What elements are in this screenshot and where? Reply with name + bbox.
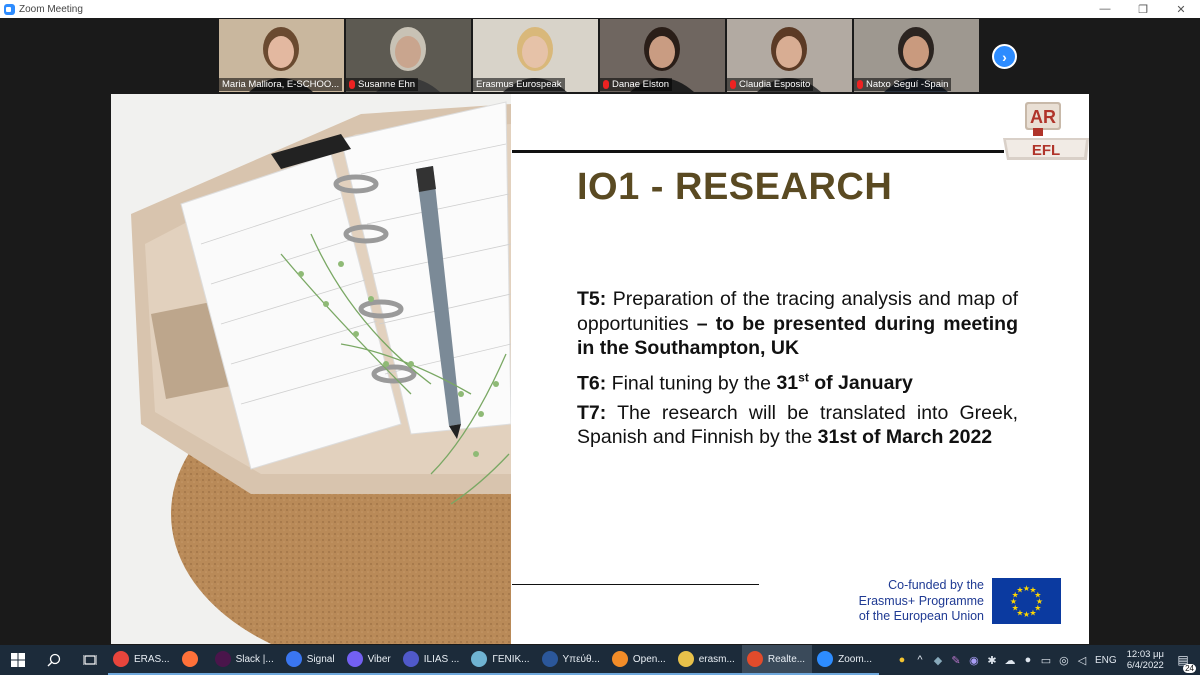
svg-text:★: ★	[1023, 610, 1030, 619]
cofunded-text: Co-funded by the Erasmus+ Programme of t…	[858, 578, 984, 623]
shared-slide: AR EFL IO1 - RESEARCH T5: Preparation of…	[111, 94, 1089, 644]
taskbar-app-label: ERAS...	[134, 653, 170, 665]
taskbar-app-label: Υπεύθ...	[562, 653, 600, 665]
clock-time: 12:03 μμ	[1126, 649, 1164, 660]
close-button[interactable]: ✕	[1162, 0, 1200, 18]
pen-icon[interactable]: ✎	[947, 654, 965, 667]
taskbar-app-label: Signal	[306, 653, 335, 665]
taskbar-app[interactable]: Viber	[341, 645, 398, 675]
show-hidden-icons-icon[interactable]: ^	[911, 654, 929, 666]
task-t7: T7: The research will be translated into…	[577, 401, 1018, 449]
next-page-button[interactable]: ›	[992, 44, 1017, 69]
slack-icon	[214, 651, 231, 667]
task-view-icon[interactable]	[72, 645, 108, 675]
logo-efl-text: EFL	[1032, 142, 1060, 159]
participant-tile[interactable]: Claudia Esposito	[727, 19, 852, 92]
zoom-logo-icon	[4, 3, 15, 15]
viber-icon	[346, 651, 363, 667]
slide-title: IO1 - RESEARCH	[577, 166, 893, 208]
clock-date: 6/4/2022	[1126, 660, 1164, 671]
participant-name: Erasmus Eurospeak	[473, 78, 565, 91]
taskbar-app[interactable]: Υπεύθ...	[536, 645, 607, 675]
participant-name: Claudia Esposito	[727, 78, 814, 91]
taskbar-app-label: ILIAS ...	[423, 653, 460, 665]
participant-gallery: Maria Malliora, E-SCHOO... Susanne Ehn Era…	[219, 19, 979, 92]
window-title: Zoom Meeting	[19, 3, 83, 15]
participant-tile[interactable]: Maria Malliora, E-SCHOO...	[219, 19, 344, 92]
windows-start-button[interactable]	[0, 645, 36, 675]
logo-ar-text: AR	[1030, 107, 1056, 127]
zoom-window: Zoom Meeting — ❐ ✕ Maria Malliora, E-SCH…	[0, 0, 1200, 645]
word-icon	[541, 651, 558, 667]
participant-tile[interactable]: Danae Elston	[600, 19, 725, 92]
tray-app-icon[interactable]: ◆	[929, 654, 947, 667]
participant-name: Maria Malliora, E-SCHOO...	[219, 78, 342, 91]
participant-tile[interactable]: Natxo Seguí -Spain	[854, 19, 979, 92]
volume-icon[interactable]: ◁	[1073, 654, 1091, 667]
taskbar-app[interactable]: Realte...	[741, 645, 813, 675]
network-icon[interactable]: ◎	[1055, 654, 1073, 667]
chrome-icon	[113, 651, 129, 667]
mic-muted-icon	[603, 80, 609, 89]
taskbar-app[interactable]: Signal	[280, 645, 342, 675]
minimize-button[interactable]: —	[1086, 0, 1124, 18]
mic-muted-icon	[349, 80, 355, 89]
openoffice-icon	[611, 651, 628, 667]
footer-rule	[512, 584, 759, 585]
participant-name: Danae Elston	[600, 78, 673, 91]
weather-icon[interactable]: ●	[893, 654, 911, 666]
participant-tile[interactable]: Susanne Ehn	[346, 19, 471, 92]
mic-muted-icon	[730, 80, 736, 89]
task-t5: T5: Preparation of the tracing analysis …	[577, 288, 1018, 359]
teams-icon	[402, 651, 419, 667]
maximize-button[interactable]: ❐	[1124, 0, 1162, 18]
battery-icon[interactable]: ▭	[1037, 654, 1055, 667]
clock[interactable]: 12:03 μμ 6/4/2022	[1127, 649, 1164, 671]
taskbar-app-label: Open...	[632, 653, 666, 665]
ar4efl-logo: AR EFL	[1003, 98, 1089, 160]
eu-flag-icon: ★ ★ ★ ★ ★ ★ ★ ★ ★ ★ ★ ★	[992, 578, 1061, 624]
search-icon[interactable]	[36, 645, 72, 675]
slack-tray-icon[interactable]: ✱	[983, 654, 1001, 667]
taskbar-app-label: Realte...	[767, 653, 806, 665]
participant-name: Susanne Ehn	[346, 78, 419, 91]
svg-text:★: ★	[1034, 591, 1041, 600]
taskbar-app-label: Slack |...	[235, 653, 274, 665]
notification-count: 24	[1183, 664, 1196, 673]
taskbar-app[interactable]: Slack |...	[209, 645, 281, 675]
taskbar-app-label: ΓΕΝΙΚ...	[492, 653, 530, 665]
github-icon[interactable]: ●	[1019, 654, 1037, 666]
task-t6: T6: Final tuning by the 31st of January	[577, 370, 913, 395]
taskbar-app[interactable]: erasm...	[672, 645, 742, 675]
notepad-icon	[471, 651, 488, 667]
taskbar-app[interactable]: Zoom...	[812, 645, 879, 675]
firefox-icon	[181, 651, 198, 667]
participant-name: Natxo Seguí -Spain	[854, 78, 952, 91]
taskbar-app[interactable]: ΓΕΝΙΚ...	[466, 645, 537, 675]
files-icon	[677, 651, 694, 667]
realtek-icon	[746, 651, 763, 667]
system-tray: ● ^ ◆ ✎ ◉ ✱ ☁ ● ▭ ◎ ◁ ENG 12:03 μμ 6/4/2…	[893, 645, 1200, 675]
title-rule	[512, 150, 1004, 153]
taskbar-app-label: Zoom...	[838, 653, 872, 665]
title-bar: Zoom Meeting — ❐ ✕	[0, 0, 1200, 18]
notifications-icon[interactable]: ▤ 24	[1172, 650, 1196, 673]
taskbar-app[interactable]: ILIAS ...	[397, 645, 467, 675]
taskbar-app[interactable]: Open...	[606, 645, 673, 675]
mic-muted-icon	[857, 80, 863, 89]
taskbar-app-label: Viber	[367, 653, 391, 665]
taskbar-app[interactable]: ERAS...	[108, 645, 177, 675]
planner-photo	[111, 94, 511, 644]
participant-tile[interactable]: Erasmus Eurospeak	[473, 19, 598, 92]
slide-body: T5: Preparation of the tracing analysis …	[577, 287, 1018, 455]
taskbar-app[interactable]	[176, 645, 210, 675]
language-indicator[interactable]: ENG	[1095, 655, 1117, 666]
signal-icon	[285, 651, 302, 667]
svg-text:★: ★	[1029, 608, 1036, 617]
zoom-icon	[817, 651, 834, 667]
viber-tray-icon[interactable]: ◉	[965, 654, 983, 667]
onedrive-icon[interactable]: ☁	[1001, 654, 1019, 667]
taskbar-app-label: erasm...	[698, 653, 735, 665]
